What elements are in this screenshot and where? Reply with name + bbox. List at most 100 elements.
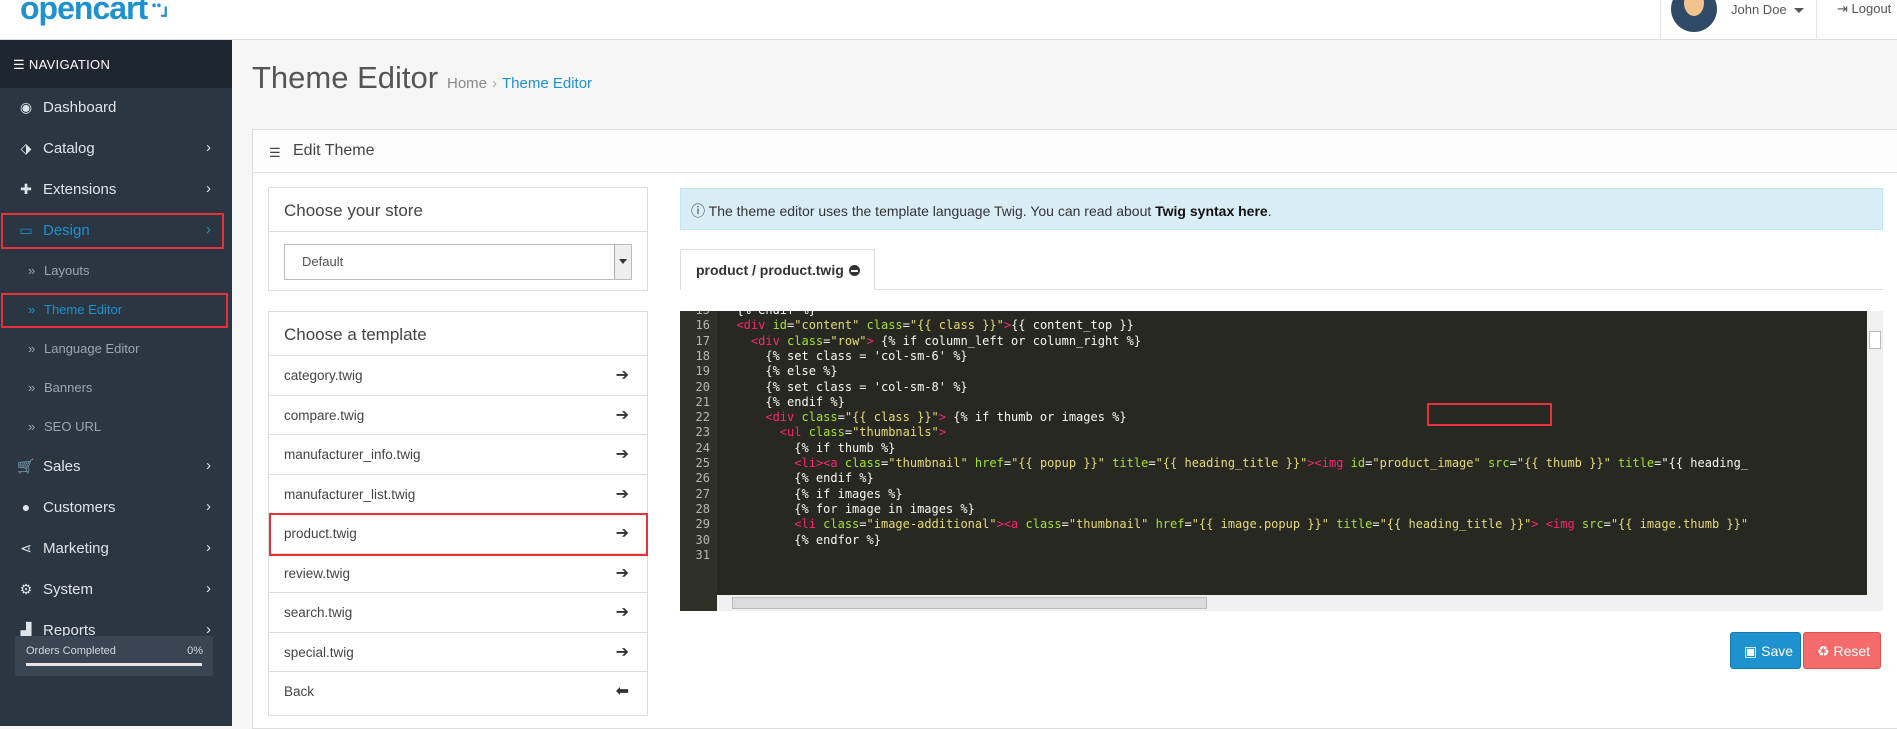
store-select[interactable]: Default: [284, 244, 632, 280]
progress-bar: [26, 663, 202, 666]
sidebar-subitem-banners[interactable]: » Banners: [0, 369, 232, 407]
line-number: 31: [695, 547, 710, 562]
arrow-right-icon: ➔: [615, 485, 629, 503]
arrow-right-icon: ➔: [615, 367, 629, 384]
line-number: 18: [695, 348, 710, 363]
sidebar-item-marketing[interactable]: ⋖ Marketing ›: [0, 529, 232, 569]
list-icon: ☰: [269, 145, 281, 160]
double-chevron-icon: »: [28, 419, 36, 434]
hamburger-icon: ☰: [13, 57, 25, 72]
template-item-manufacturer-info[interactable]: manufacturer_info.twig ➔: [269, 435, 647, 475]
twig-syntax-link[interactable]: Twig syntax here: [1155, 203, 1268, 219]
breadcrumb-theme-editor[interactable]: Theme Editor: [502, 75, 592, 92]
caret-down-icon: [1794, 8, 1804, 13]
line-number: 28: [695, 501, 710, 516]
sidebar-subitem-seo-url[interactable]: » SEO URL: [0, 408, 232, 446]
recycle-icon: ♻: [1817, 643, 1830, 659]
line-number: 17: [695, 333, 710, 348]
info-circle-icon: ⓘ: [691, 203, 705, 219]
sidebar-item-system[interactable]: ⚙ System ›: [0, 570, 232, 610]
template-item-manufacturer-list[interactable]: manufacturer_list.twig ➔: [269, 475, 647, 514]
template-item-back[interactable]: Back ⬅: [269, 672, 647, 712]
template-item-compare[interactable]: compare.twig ➔: [269, 396, 647, 435]
vertical-scrollbar[interactable]: [1867, 311, 1883, 611]
sign-out-icon: ⇥: [1837, 1, 1848, 16]
tags-icon: ⬗: [20, 140, 32, 156]
nav-title[interactable]: ☰ NAVIGATION: [0, 40, 232, 88]
cart-icon: 🛒: [17, 458, 35, 474]
line-number: 16: [695, 318, 710, 333]
arrow-right-icon: ➔: [615, 564, 629, 582]
breadcrumb-home[interactable]: Home: [447, 75, 487, 92]
arrow-right-icon: ➔: [615, 604, 629, 621]
template-item-search[interactable]: search.twig ➔: [269, 593, 647, 633]
chevron-right-icon: ›: [206, 539, 211, 556]
line-number: 25: [695, 456, 710, 470]
line-number: 24: [695, 440, 710, 455]
orders-completed-progress: Orders Completed 0%: [15, 636, 213, 676]
double-chevron-icon: »: [28, 380, 36, 395]
chevron-right-icon: ›: [206, 457, 211, 474]
puzzle-icon: ✚: [20, 181, 32, 197]
top-header: opencart ⸱⸱⸥ John Doe ⇥ Logout: [0, 0, 1897, 40]
template-item-special[interactable]: special.twig ➔: [269, 633, 647, 672]
line-number: 20: [695, 379, 710, 394]
user-icon: ●: [21, 499, 31, 515]
tab-product-twig[interactable]: product / product.twig: [680, 249, 875, 290]
arrow-left-icon: ⬅: [615, 683, 629, 700]
product-image-id-highlight-box: [1427, 403, 1552, 426]
line-number: 26: [695, 471, 710, 486]
chevron-right-icon: ›: [206, 580, 211, 597]
user-menu[interactable]: John Doe: [1660, 0, 1817, 40]
sidebar-subitem-language-editor[interactable]: » Language Editor: [0, 330, 232, 368]
sidebar-item-dashboard[interactable]: ◉ Dashboard: [0, 88, 232, 128]
code-editor[interactable]: 15 {% endif %}16 <div id="content" class…: [680, 311, 1883, 611]
template-box-title: Choose a template: [269, 312, 647, 356]
edit-theme-panel: ☰ Edit Theme Choose your store Default C…: [252, 129, 1897, 729]
arrow-right-icon: ➔: [615, 643, 629, 661]
line-number: 19: [695, 364, 710, 379]
chevron-right-icon: ›: [206, 180, 211, 197]
breadcrumb: Home › Theme Editor: [447, 75, 593, 92]
horizontal-scrollbar[interactable]: [717, 595, 1867, 611]
page-title: Theme Editor: [252, 60, 439, 95]
logout-link[interactable]: ⇥ Logout: [1837, 1, 1891, 17]
save-button[interactable]: ▣ Save: [1730, 632, 1801, 669]
panel-heading: ☰ Edit Theme: [253, 130, 1897, 173]
sidebar-item-sales[interactable]: 🛒 Sales ›: [0, 447, 232, 487]
product-twig-highlight-box: [269, 513, 648, 556]
chevron-right-icon: ›: [206, 498, 211, 515]
share-icon: ⋖: [20, 540, 32, 556]
design-highlight-box: [1, 213, 224, 249]
user-name: John Doe: [1731, 2, 1787, 17]
store-box-title: Choose your store: [269, 188, 647, 232]
line-number: 21: [695, 394, 710, 409]
line-number: 22: [695, 410, 710, 425]
line-number: 15: [680, 311, 710, 317]
double-chevron-icon: »: [28, 341, 36, 356]
reset-button[interactable]: ♻ Reset: [1803, 632, 1881, 669]
info-alert: ⓘ The theme editor uses the template lan…: [680, 188, 1883, 230]
cart-logo-icon: ⸱⸱⸥: [151, 0, 168, 18]
sidebar-subitem-layouts[interactable]: » Layouts: [0, 252, 232, 290]
dropdown-arrow-icon: [614, 245, 631, 279]
opencart-logo[interactable]: opencart ⸱⸱⸥: [20, 0, 168, 27]
sidebar-item-customers[interactable]: ● Customers ›: [0, 488, 232, 528]
store-box: Choose your store Default: [268, 187, 648, 291]
floppy-icon: ▣: [1744, 643, 1758, 659]
line-number: 29: [695, 517, 710, 532]
sidebar-item-extensions[interactable]: ✚ Extensions ›: [0, 170, 232, 210]
line-number: 27: [695, 486, 710, 501]
close-tab-icon[interactable]: [848, 265, 860, 276]
double-chevron-icon: »: [28, 263, 36, 278]
dashboard-icon: ◉: [19, 99, 33, 115]
chevron-right-icon: ›: [206, 139, 211, 156]
sidebar-item-catalog[interactable]: ⬗ Catalog ›: [0, 129, 232, 169]
template-item-review[interactable]: review.twig ➔: [269, 554, 647, 593]
template-item-category[interactable]: category.twig ➔: [269, 356, 647, 396]
theme-editor-highlight-box: [1, 293, 228, 328]
line-number: 23: [695, 425, 710, 440]
code-line[interactable]: 31: [680, 548, 722, 567]
avatar: [1671, 0, 1717, 32]
arrow-right-icon: ➔: [615, 446, 629, 463]
